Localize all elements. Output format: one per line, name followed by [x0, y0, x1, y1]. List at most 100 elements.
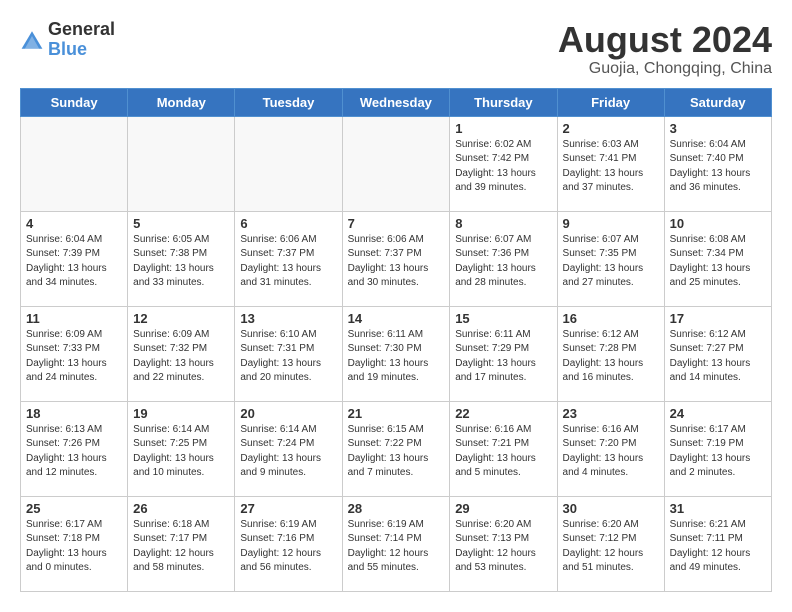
day-info: Sunrise: 6:15 AMSunset: 7:22 PMDaylight:…: [348, 423, 445, 481]
day-info: Sunrise: 6:05 AMSunset: 7:38 PMDaylight:…: [133, 233, 229, 291]
day-number: 6: [240, 216, 336, 231]
title-area: August 2024 Guojia, Chongqing, China: [558, 20, 772, 78]
calendar-cell: 21 Sunrise: 6:15 AMSunset: 7:22 PMDayligh…: [342, 401, 450, 496]
calendar-cell: 10Sunrise: 6:08 AMSunset: 7:34 PMDayligh…: [664, 211, 771, 306]
calendar-cell: 23 Sunrise: 6:16 AMSunset: 7:20 PMDayligh…: [557, 401, 664, 496]
day-info: Sunrise: 6:07 AMSunset: 7:36 PMDaylight:…: [455, 233, 551, 291]
calendar-cell: 12 Sunrise: 6:09 AMSunset: 7:32 PMDayligh…: [128, 306, 235, 401]
calendar-cell: 14 Sunrise: 6:11 AMSunset: 7:30 PMDayligh…: [342, 306, 450, 401]
calendar-cell: 31 Sunrise: 6:21 AMSunset: 7:11 PMDayligh…: [664, 496, 771, 591]
calendar-cell: 8 Sunrise: 6:07 AMSunset: 7:36 PMDaylight…: [450, 211, 557, 306]
week-row-1: 1Sunrise: 6:02 AMSunset: 7:42 PMDaylight…: [21, 116, 772, 211]
day-info: Sunrise: 6:17 AMSunset: 7:18 PMDaylight:…: [26, 518, 122, 576]
day-info: Sunrise: 6:06 AMSunset: 7:37 PMDaylight:…: [240, 233, 336, 291]
location-title: Guojia, Chongqing, China: [558, 60, 772, 78]
day-number: 21: [348, 406, 445, 421]
calendar-cell: [235, 116, 342, 211]
day-number: 26: [133, 501, 229, 516]
day-number: 3: [670, 121, 766, 136]
day-info: Sunrise: 6:09 AMSunset: 7:32 PMDaylight:…: [133, 328, 229, 386]
day-info: Sunrise: 6:19 AMSunset: 7:16 PMDaylight:…: [240, 518, 336, 576]
calendar-cell: 19Sunrise: 6:14 AMSunset: 7:25 PMDayligh…: [128, 401, 235, 496]
day-info: Sunrise: 6:18 AMSunset: 7:17 PMDaylight:…: [133, 518, 229, 576]
day-number: 16: [563, 311, 659, 326]
calendar-cell: 20 Sunrise: 6:14 AMSunset: 7:24 PMDayligh…: [235, 401, 342, 496]
day-number: 7: [348, 216, 445, 231]
day-info: Sunrise: 6:13 AMSunset: 7:26 PMDaylight:…: [26, 423, 122, 481]
weekday-header-row: SundayMondayTuesdayWednesdayThursdayFrid…: [21, 88, 772, 116]
weekday-header-friday: Friday: [557, 88, 664, 116]
weekday-header-wednesday: Wednesday: [342, 88, 450, 116]
day-number: 18: [26, 406, 122, 421]
day-info: Sunrise: 6:06 AMSunset: 7:37 PMDaylight:…: [348, 233, 445, 291]
day-info: Sunrise: 6:11 AMSunset: 7:30 PMDaylight:…: [348, 328, 445, 386]
day-number: 15: [455, 311, 551, 326]
calendar-cell: 24 Sunrise: 6:17 AMSunset: 7:19 PMDayligh…: [664, 401, 771, 496]
calendar-cell: 7 Sunrise: 6:06 AMSunset: 7:37 PMDaylight…: [342, 211, 450, 306]
day-info: Sunrise: 6:14 AMSunset: 7:24 PMDaylight:…: [240, 423, 336, 481]
day-info: Sunrise: 6:11 AMSunset: 7:29 PMDaylight:…: [455, 328, 551, 386]
day-number: 11: [26, 311, 122, 326]
day-info: Sunrise: 6:19 AMSunset: 7:14 PMDaylight:…: [348, 518, 445, 576]
calendar-cell: 3Sunrise: 6:04 AMSunset: 7:40 PMDaylight…: [664, 116, 771, 211]
calendar-cell: 28 Sunrise: 6:19 AMSunset: 7:14 PMDayligh…: [342, 496, 450, 591]
day-info: Sunrise: 6:21 AMSunset: 7:11 PMDaylight:…: [670, 518, 766, 576]
week-row-3: 11 Sunrise: 6:09 AMSunset: 7:33 PMDayligh…: [21, 306, 772, 401]
day-number: 13: [240, 311, 336, 326]
calendar-cell: 4Sunrise: 6:04 AMSunset: 7:39 PMDaylight…: [21, 211, 128, 306]
day-info: Sunrise: 6:03 AMSunset: 7:41 PMDaylight:…: [563, 138, 659, 196]
logo-general-text: General: [48, 19, 115, 39]
day-number: 25: [26, 501, 122, 516]
week-row-5: 25 Sunrise: 6:17 AMSunset: 7:18 PMDayligh…: [21, 496, 772, 591]
month-title: August 2024: [558, 20, 772, 60]
calendar-cell: 26 Sunrise: 6:18 AMSunset: 7:17 PMDayligh…: [128, 496, 235, 591]
calendar-cell: 15 Sunrise: 6:11 AMSunset: 7:29 PMDayligh…: [450, 306, 557, 401]
calendar-cell: 18 Sunrise: 6:13 AMSunset: 7:26 PMDayligh…: [21, 401, 128, 496]
day-info: Sunrise: 6:09 AMSunset: 7:33 PMDaylight:…: [26, 328, 122, 386]
weekday-header-thursday: Thursday: [450, 88, 557, 116]
day-number: 20: [240, 406, 336, 421]
calendar-cell: 16 Sunrise: 6:12 AMSunset: 7:28 PMDayligh…: [557, 306, 664, 401]
day-number: 14: [348, 311, 445, 326]
day-number: 8: [455, 216, 551, 231]
weekday-header-sunday: Sunday: [21, 88, 128, 116]
calendar-cell: 29 Sunrise: 6:20 AMSunset: 7:13 PMDayligh…: [450, 496, 557, 591]
day-number: 27: [240, 501, 336, 516]
calendar-cell: 6 Sunrise: 6:06 AMSunset: 7:37 PMDaylight…: [235, 211, 342, 306]
day-info: Sunrise: 6:14 AMSunset: 7:25 PMDaylight:…: [133, 423, 229, 481]
day-number: 12: [133, 311, 229, 326]
day-info: Sunrise: 6:16 AMSunset: 7:20 PMDaylight:…: [563, 423, 659, 481]
day-info: Sunrise: 6:07 AMSunset: 7:35 PMDaylight:…: [563, 233, 659, 291]
calendar: SundayMondayTuesdayWednesdayThursdayFrid…: [20, 88, 772, 592]
calendar-cell: 25 Sunrise: 6:17 AMSunset: 7:18 PMDayligh…: [21, 496, 128, 591]
day-number: 2: [563, 121, 659, 136]
day-number: 22: [455, 406, 551, 421]
day-info: Sunrise: 6:17 AMSunset: 7:19 PMDaylight:…: [670, 423, 766, 481]
calendar-cell: 5 Sunrise: 6:05 AMSunset: 7:38 PMDaylight…: [128, 211, 235, 306]
calendar-cell: 13 Sunrise: 6:10 AMSunset: 7:31 PMDayligh…: [235, 306, 342, 401]
day-info: Sunrise: 6:16 AMSunset: 7:21 PMDaylight:…: [455, 423, 551, 481]
day-info: Sunrise: 6:20 AMSunset: 7:12 PMDaylight:…: [563, 518, 659, 576]
day-info: Sunrise: 6:10 AMSunset: 7:31 PMDaylight:…: [240, 328, 336, 386]
day-number: 28: [348, 501, 445, 516]
day-info: Sunrise: 6:08 AMSunset: 7:34 PMDaylight:…: [670, 233, 766, 291]
day-number: 24: [670, 406, 766, 421]
day-info: Sunrise: 6:12 AMSunset: 7:28 PMDaylight:…: [563, 328, 659, 386]
day-number: 5: [133, 216, 229, 231]
day-number: 29: [455, 501, 551, 516]
day-number: 31: [670, 501, 766, 516]
week-row-2: 4Sunrise: 6:04 AMSunset: 7:39 PMDaylight…: [21, 211, 772, 306]
calendar-cell: 30Sunrise: 6:20 AMSunset: 7:12 PMDayligh…: [557, 496, 664, 591]
calendar-cell: [21, 116, 128, 211]
day-number: 9: [563, 216, 659, 231]
weekday-header-monday: Monday: [128, 88, 235, 116]
day-number: 23: [563, 406, 659, 421]
logo-blue-text: Blue: [48, 39, 87, 59]
day-number: 17: [670, 311, 766, 326]
week-row-4: 18 Sunrise: 6:13 AMSunset: 7:26 PMDayligh…: [21, 401, 772, 496]
calendar-cell: 11 Sunrise: 6:09 AMSunset: 7:33 PMDayligh…: [21, 306, 128, 401]
calendar-cell: 17Sunrise: 6:12 AMSunset: 7:27 PMDayligh…: [664, 306, 771, 401]
weekday-header-saturday: Saturday: [664, 88, 771, 116]
day-info: Sunrise: 6:20 AMSunset: 7:13 PMDaylight:…: [455, 518, 551, 576]
logo: General Blue: [20, 20, 115, 60]
